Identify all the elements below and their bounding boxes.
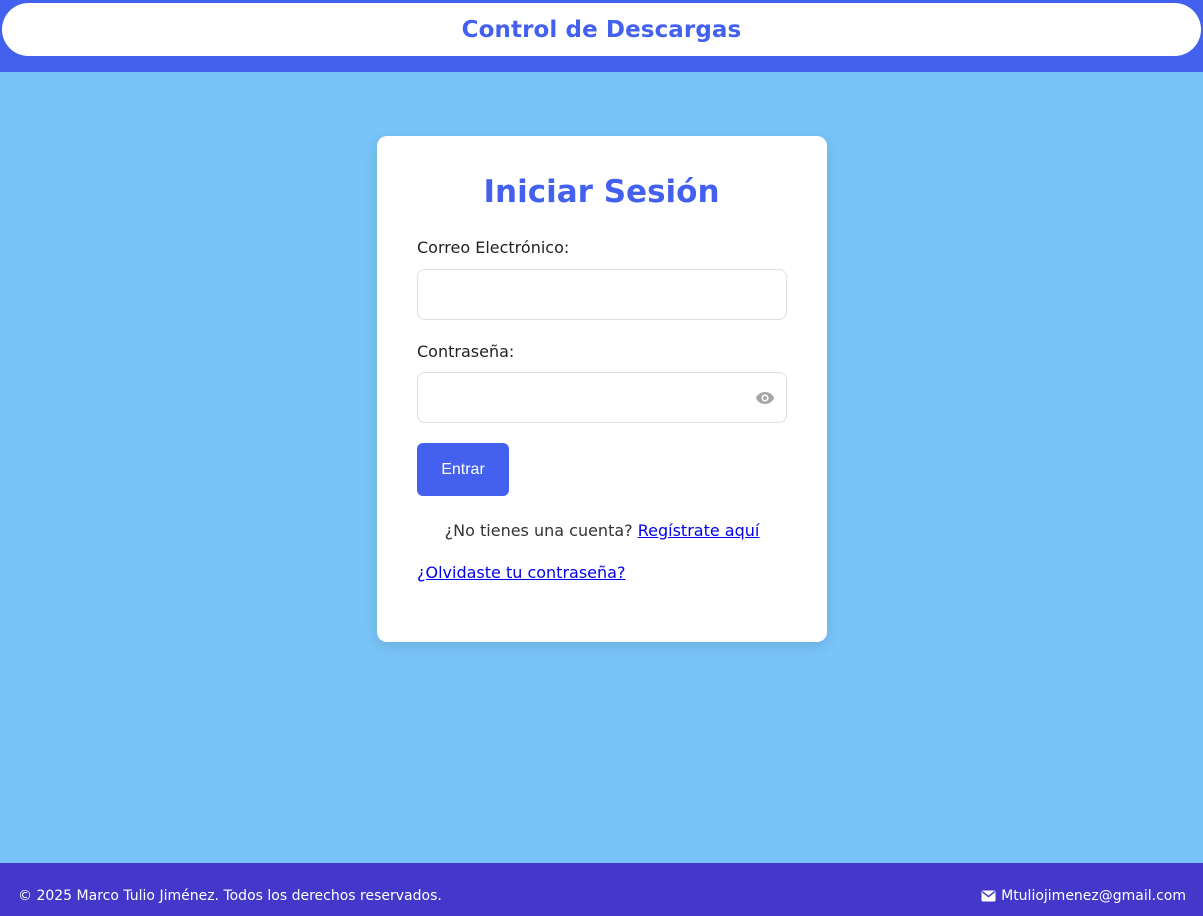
email-label: Correo Electrónico: bbox=[417, 238, 570, 257]
forgot-password-link[interactable]: ¿Olvidaste tu contraseña? bbox=[417, 563, 625, 582]
footer-email: Mtuliojimenez@gmail.com bbox=[1001, 888, 1186, 904]
header-title-bar: Control de Descargas bbox=[2, 3, 1201, 56]
page-footer: © 2025 Marco Tulio Jiménez. Todos los de… bbox=[0, 863, 1203, 916]
login-title: Iniciar Sesión bbox=[483, 174, 720, 210]
email-input[interactable] bbox=[417, 269, 787, 320]
register-prompt-text: ¿No tienes una cuenta? bbox=[444, 521, 633, 540]
submit-button[interactable]: Entrar bbox=[417, 443, 509, 496]
app-title: Control de Descargas bbox=[461, 16, 742, 43]
register-prompt-line: ¿No tienes una cuenta? Regístrate aquí bbox=[377, 521, 827, 540]
password-label: Contraseña: bbox=[417, 342, 515, 361]
eye-icon[interactable] bbox=[755, 389, 775, 407]
password-input[interactable] bbox=[417, 372, 787, 423]
footer-email-line: Mtuliojimenez@gmail.com bbox=[981, 888, 1186, 904]
register-link[interactable]: Regístrate aquí bbox=[638, 521, 760, 540]
envelope-icon bbox=[981, 890, 996, 902]
app-header: Control de Descargas bbox=[0, 0, 1203, 72]
copyright-text: © 2025 Marco Tulio Jiménez. Todos los de… bbox=[18, 888, 442, 904]
